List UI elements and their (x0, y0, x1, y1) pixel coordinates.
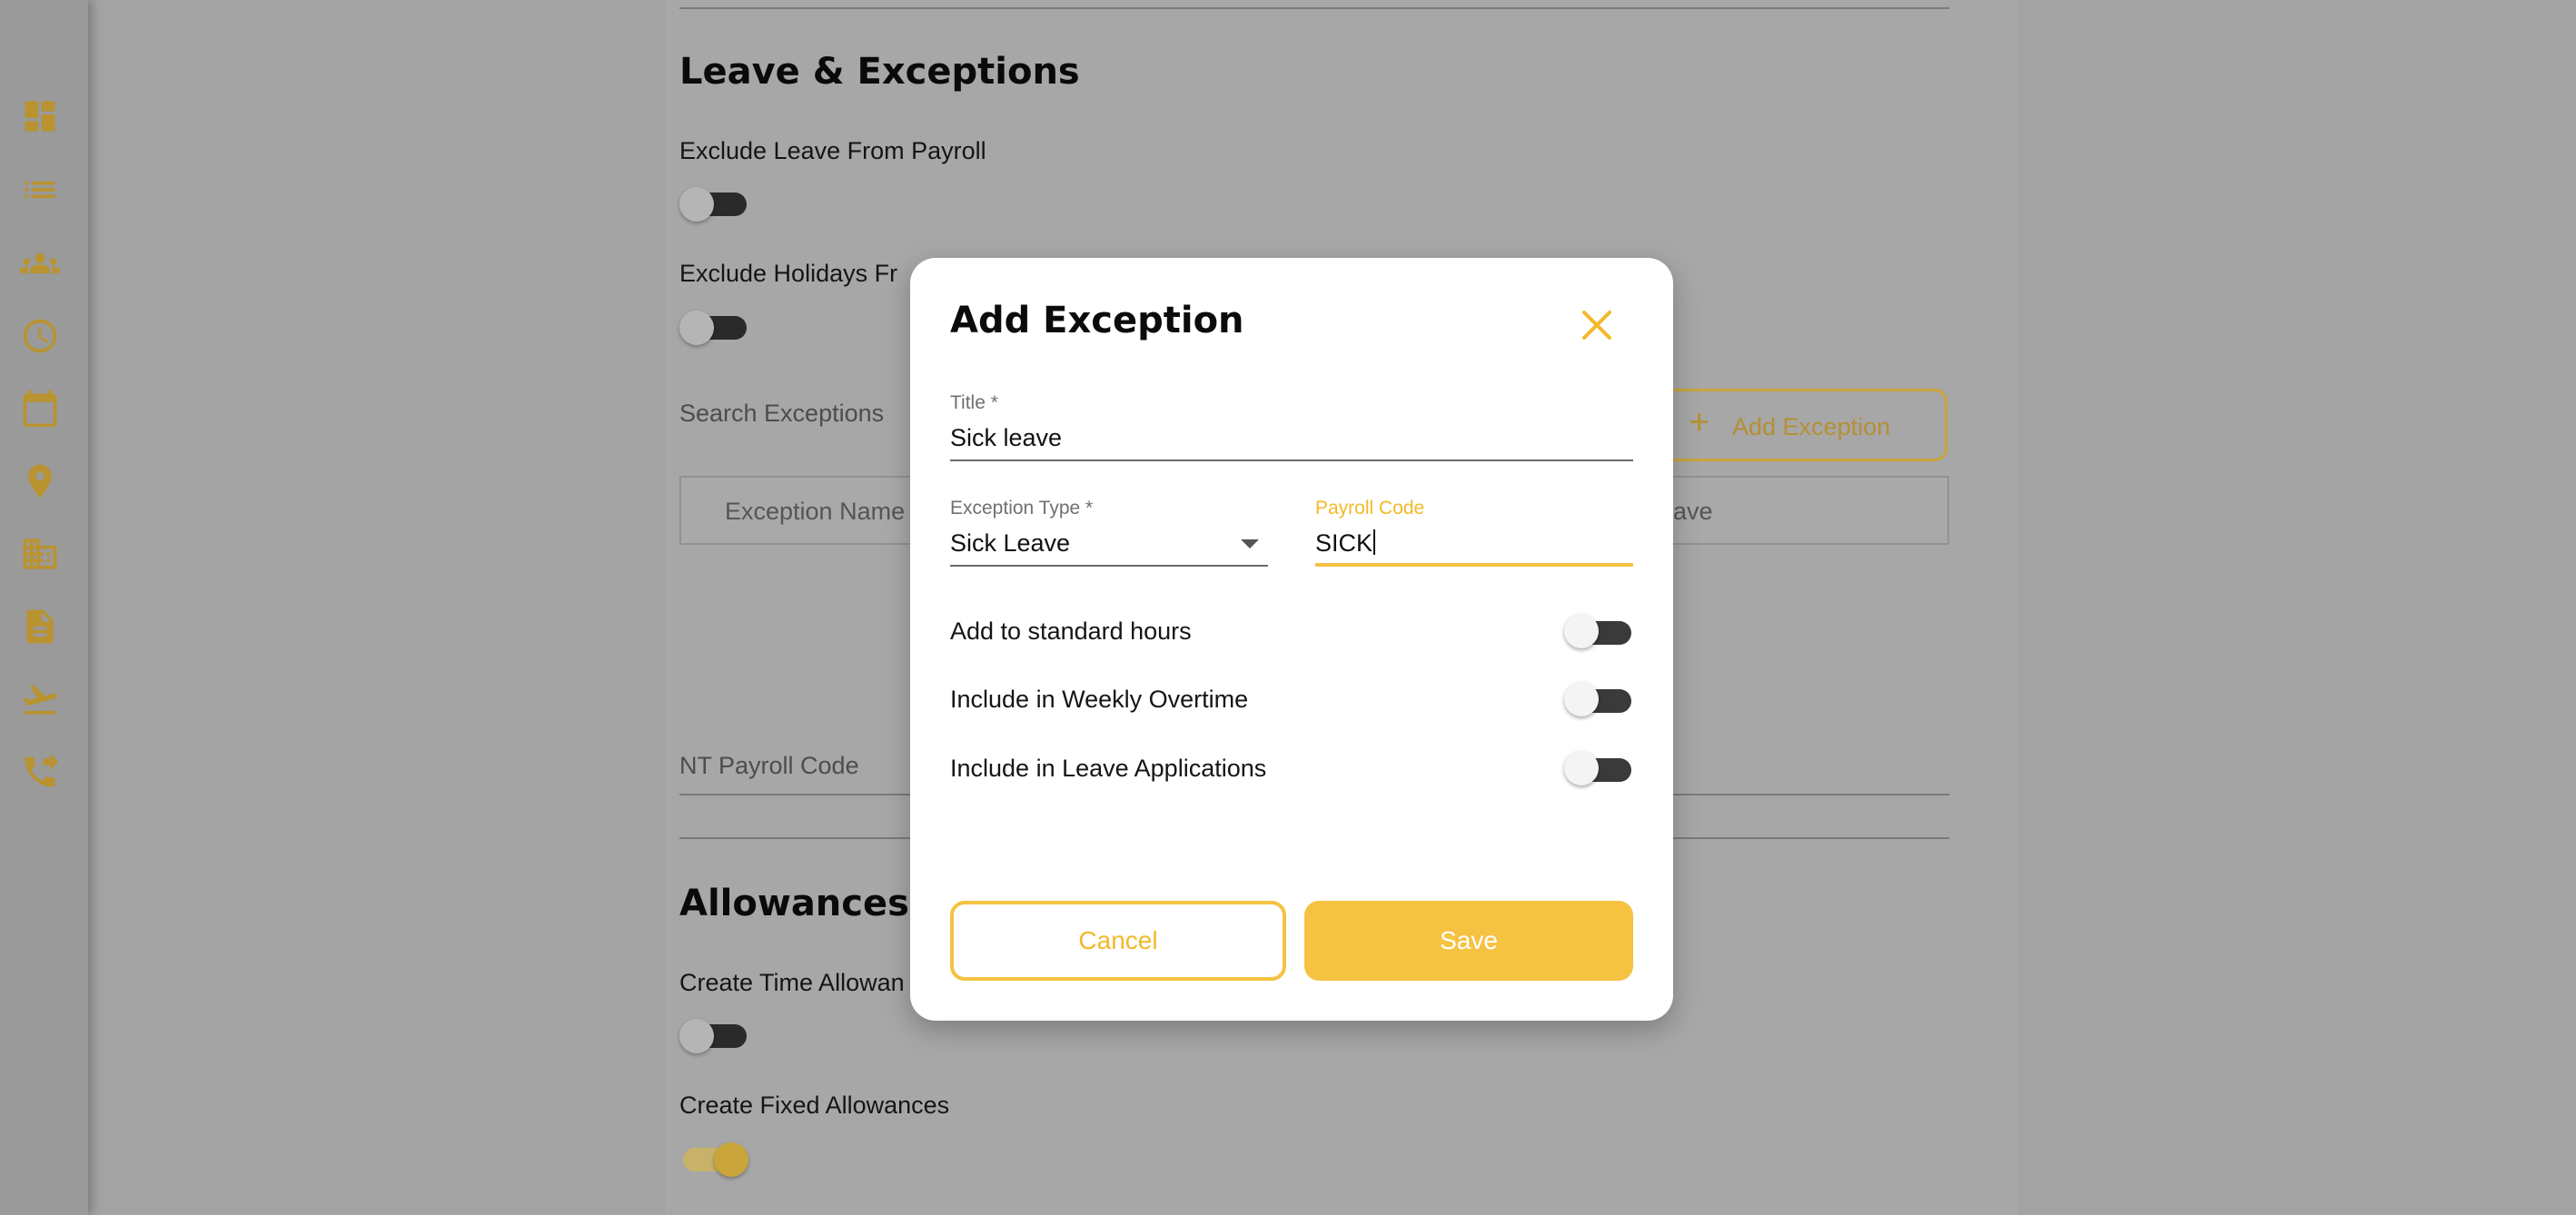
exclude-leave-label: Exclude Leave From Payroll (679, 137, 986, 164)
flight-departure-icon[interactable] (20, 679, 60, 719)
create-time-allowances-toggle[interactable] (679, 1013, 748, 1053)
title-input[interactable]: Sick leave (950, 424, 1633, 452)
dropdown-arrow-icon[interactable] (1241, 539, 1259, 548)
create-time-allowances-label: Create Time Allowan (679, 969, 905, 996)
payroll-code-value: SICK (1315, 529, 1373, 557)
add-exception-dialog: Add Exception Title * Sick leave Excepti… (910, 258, 1673, 1021)
include-weekly-overtime-label: Include in Weekly Overtime (950, 686, 1249, 713)
title-field-label: Title * (950, 392, 998, 413)
people-icon[interactable] (20, 243, 60, 283)
exclude-holidays-label: Exclude Holidays Fr (679, 260, 898, 287)
save-button[interactable]: Save (1304, 901, 1633, 981)
exception-type-underline (950, 565, 1268, 567)
create-fixed-allowances-toggle[interactable] (679, 1137, 748, 1177)
plus-icon: + (1689, 402, 1710, 442)
leave-section-title: Leave & Exceptions (679, 51, 1080, 93)
add-to-standard-hours-label: Add to standard hours (950, 617, 1192, 645)
building-icon[interactable] (20, 534, 60, 574)
exclude-holidays-toggle[interactable] (679, 305, 748, 345)
sidebar (0, 0, 88, 1215)
payroll-code-input[interactable]: SICK (1315, 529, 1633, 558)
exclude-leave-toggle[interactable] (679, 182, 748, 222)
exception-type-select[interactable]: Sick Leave (950, 529, 1268, 558)
close-icon[interactable] (1575, 303, 1619, 347)
list-icon[interactable] (20, 170, 60, 210)
phone-forward-icon[interactable] (20, 752, 60, 792)
cancel-button[interactable]: Cancel (950, 901, 1286, 981)
include-leave-applications-toggle[interactable] (1564, 747, 1633, 787)
column-header-exception-name: Exception Name (725, 498, 906, 525)
add-exception-button[interactable]: + Add Exception (1657, 389, 1947, 461)
title-input-underline (950, 459, 1633, 461)
nt-payroll-code-field[interactable]: NT Payroll Code (679, 752, 859, 780)
document-icon[interactable] (20, 607, 60, 647)
payroll-code-label: Payroll Code (1315, 498, 1425, 519)
text-cursor (1373, 529, 1376, 555)
add-to-standard-hours-toggle[interactable] (1564, 610, 1633, 650)
include-leave-applications-label: Include in Leave Applications (950, 755, 1267, 782)
clock-icon[interactable] (20, 316, 60, 356)
calendar-icon[interactable] (20, 389, 60, 429)
location-pin-icon[interactable] (20, 461, 60, 501)
add-exception-label: Add Exception (1732, 413, 1891, 440)
dialog-title: Add Exception (950, 300, 1244, 341)
payroll-code-underline (1315, 563, 1633, 567)
create-fixed-allowances-label: Create Fixed Allowances (679, 1092, 950, 1119)
allowances-section-title: Allowances (679, 883, 909, 924)
divider (679, 7, 1949, 9)
dashboard-icon[interactable] (20, 96, 60, 136)
include-weekly-overtime-toggle[interactable] (1564, 678, 1633, 718)
exception-type-label: Exception Type * (950, 498, 1094, 519)
